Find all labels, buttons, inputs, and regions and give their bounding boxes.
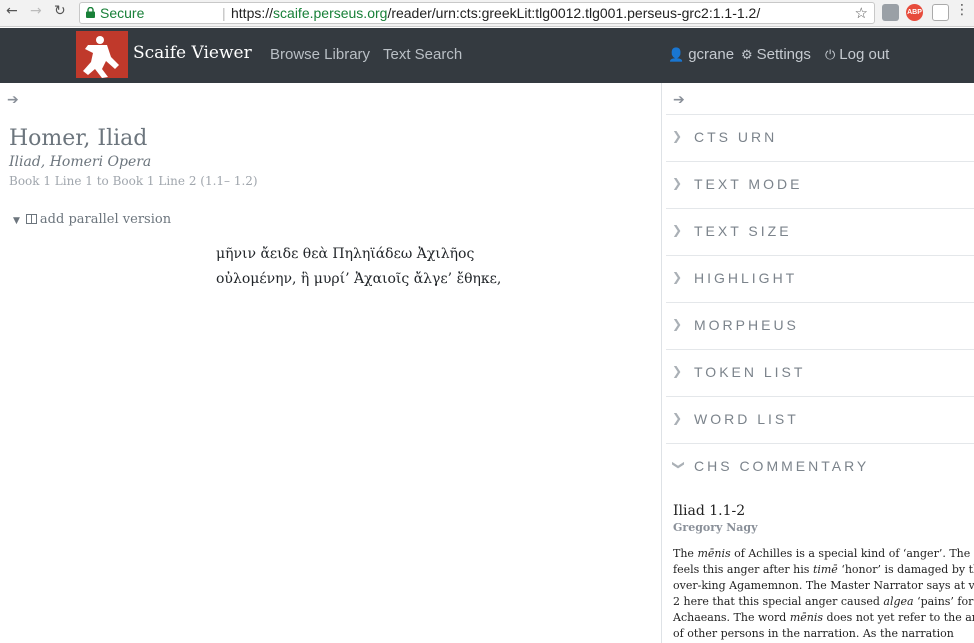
- text-line[interactable]: οὐλομένην, ἣ μυρί’ Ἀχαιοῖς ἄλγε’ ἔθηκε,: [216, 271, 501, 287]
- widget-label: MORPHEUS: [694, 317, 799, 333]
- adblock-icon[interactable]: ABP: [906, 4, 923, 21]
- widget-cts-urn[interactable]: ❯ CTS URN: [666, 114, 974, 160]
- url-path: /reader/urn:cts:greekLit:tlg0012.tlg001.…: [387, 5, 761, 21]
- commentary-text: does not yet refer to the anger: [826, 611, 974, 624]
- commentary-text: of Achilles is a special kind of ‘anger’…: [730, 547, 974, 560]
- secure-label: Secure: [100, 5, 145, 21]
- parallel-label: add parallel version: [39, 212, 172, 227]
- commentary-text: of other persons in the narration. As th…: [673, 627, 954, 640]
- page-icon[interactable]: [932, 4, 949, 21]
- widget-label: WORD LIST: [694, 411, 799, 427]
- widget-label: HIGHLIGHT: [694, 270, 798, 286]
- back-icon[interactable]: ←: [6, 3, 18, 19]
- gear-icon: ⚙: [741, 48, 753, 63]
- scaife-logo-icon[interactable]: [76, 31, 128, 78]
- widget-label: TEXT MODE: [694, 176, 803, 192]
- widget-highlight[interactable]: ❯ HIGHLIGHT: [666, 255, 974, 301]
- extension-icon[interactable]: [882, 4, 899, 21]
- user-icon: 👤: [668, 48, 685, 63]
- logout-label: Log out: [839, 46, 890, 63]
- widget-label: CTS URN: [694, 129, 778, 145]
- menu-icon[interactable]: ⋮: [955, 2, 969, 18]
- nav-text-search[interactable]: Text Search: [383, 46, 462, 63]
- caret-down-icon: ▼: [13, 216, 20, 226]
- bookmark-star-icon[interactable]: ☆: [855, 4, 868, 22]
- chevron-right-icon: ❯: [672, 223, 683, 237]
- address-bar[interactable]: Secure | https://scaife.perseus.org/read…: [79, 2, 875, 24]
- settings-link[interactable]: ⚙ Settings: [741, 46, 811, 63]
- passage-range: Book 1 Line 1 to Book 1 Line 2 (1.1– 1.2…: [9, 174, 258, 188]
- commentary-text: ‘honor’ is damaged by the: [837, 563, 974, 576]
- address-separator: |: [222, 5, 226, 21]
- commentary-line: of other persons in the narration. As th…: [673, 627, 954, 640]
- commentary-line: The mēnis of Achilles is a special kind …: [673, 547, 974, 560]
- edition-title: Iliad, Homeri Opera: [9, 154, 152, 170]
- expand-left-arrow-icon[interactable]: ➔: [7, 92, 19, 108]
- widget-token-list[interactable]: ❯ TOKEN LIST: [666, 349, 974, 395]
- text-line[interactable]: μῆνιν ἄειδε θεὰ Πηληϊάδεω Ἀχιλῆος: [216, 246, 474, 262]
- commentary-term: mēnis: [789, 611, 824, 624]
- chevron-right-icon: ❯: [672, 270, 683, 284]
- reload-icon[interactable]: ↻: [54, 3, 66, 19]
- widget-label: TOKEN LIST: [694, 364, 806, 380]
- collapse-sidebar-arrow-icon[interactable]: ➔: [673, 92, 685, 108]
- user-name: gcrane: [688, 46, 735, 63]
- commentary-text: Achaeans. The word: [673, 611, 790, 624]
- commentary-text: The: [673, 547, 698, 560]
- widget-morpheus[interactable]: ❯ MORPHEUS: [666, 302, 974, 348]
- settings-label: Settings: [756, 46, 811, 63]
- chevron-right-icon: ❯: [672, 364, 683, 378]
- commentary-text: over-king Agamemnon. The Master Narrator…: [673, 579, 974, 592]
- widget-text-size[interactable]: ❯ TEXT SIZE: [666, 208, 974, 254]
- brand-title[interactable]: Scaife Viewer: [133, 43, 252, 63]
- widget-label: CHS COMMENTARY: [694, 458, 870, 474]
- user-menu[interactable]: 👤 gcrane: [668, 46, 734, 63]
- commentary-title: Iliad 1.1-2: [673, 503, 746, 519]
- commentary-line: 2 here that this special anger caused al…: [673, 595, 974, 608]
- commentary-line: Achaeans. The word mēnis does not yet re…: [673, 611, 974, 624]
- url-text: https://scaife.perseus.org/reader/urn:ct…: [231, 5, 760, 21]
- commentary-term: mēnis: [697, 547, 731, 560]
- chevron-down-icon: ❯: [672, 459, 687, 471]
- widget-word-list[interactable]: ❯ WORD LIST: [666, 396, 974, 442]
- chevron-right-icon: ❯: [672, 129, 683, 143]
- power-icon: ⏻: [825, 48, 836, 63]
- add-parallel-version-button[interactable]: ▼ add parallel version: [13, 212, 171, 227]
- commentary-term: algea: [883, 595, 914, 608]
- commentary-text: ‘pains’ for the: [917, 595, 974, 608]
- nav-browse-library[interactable]: Browse Library: [270, 46, 370, 63]
- forward-icon[interactable]: →: [30, 3, 42, 19]
- commentary-line: over-king Agamemnon. The Master Narrator…: [673, 579, 974, 592]
- logout-link[interactable]: ⏻ Log out: [825, 46, 889, 63]
- commentary-text: 2 here that this special anger caused: [673, 595, 884, 608]
- commentary-term: timē: [812, 563, 838, 576]
- browser-toolbar: ← → ↻ Secure | https://scaife.perseus.or…: [0, 0, 974, 27]
- url-host: scaife.perseus.org: [273, 5, 388, 21]
- chevron-right-icon: ❯: [672, 176, 683, 190]
- widget-chs-commentary[interactable]: ❯ CHS COMMENTARY: [666, 443, 974, 489]
- chevron-right-icon: ❯: [672, 317, 683, 331]
- widget-label: TEXT SIZE: [694, 223, 792, 239]
- columns-icon: [25, 214, 37, 224]
- work-title: Homer, Iliad: [9, 126, 148, 151]
- chevron-right-icon: ❯: [672, 411, 683, 425]
- commentary-author: Gregory Nagy: [673, 521, 758, 534]
- widget-text-mode[interactable]: ❯ TEXT MODE: [666, 161, 974, 207]
- lock-icon: [86, 7, 95, 18]
- url-scheme: https://: [231, 5, 274, 21]
- commentary-text: feels this anger after his: [673, 563, 813, 576]
- commentary-line: feels this anger after his timē ‘honor’ …: [673, 563, 974, 576]
